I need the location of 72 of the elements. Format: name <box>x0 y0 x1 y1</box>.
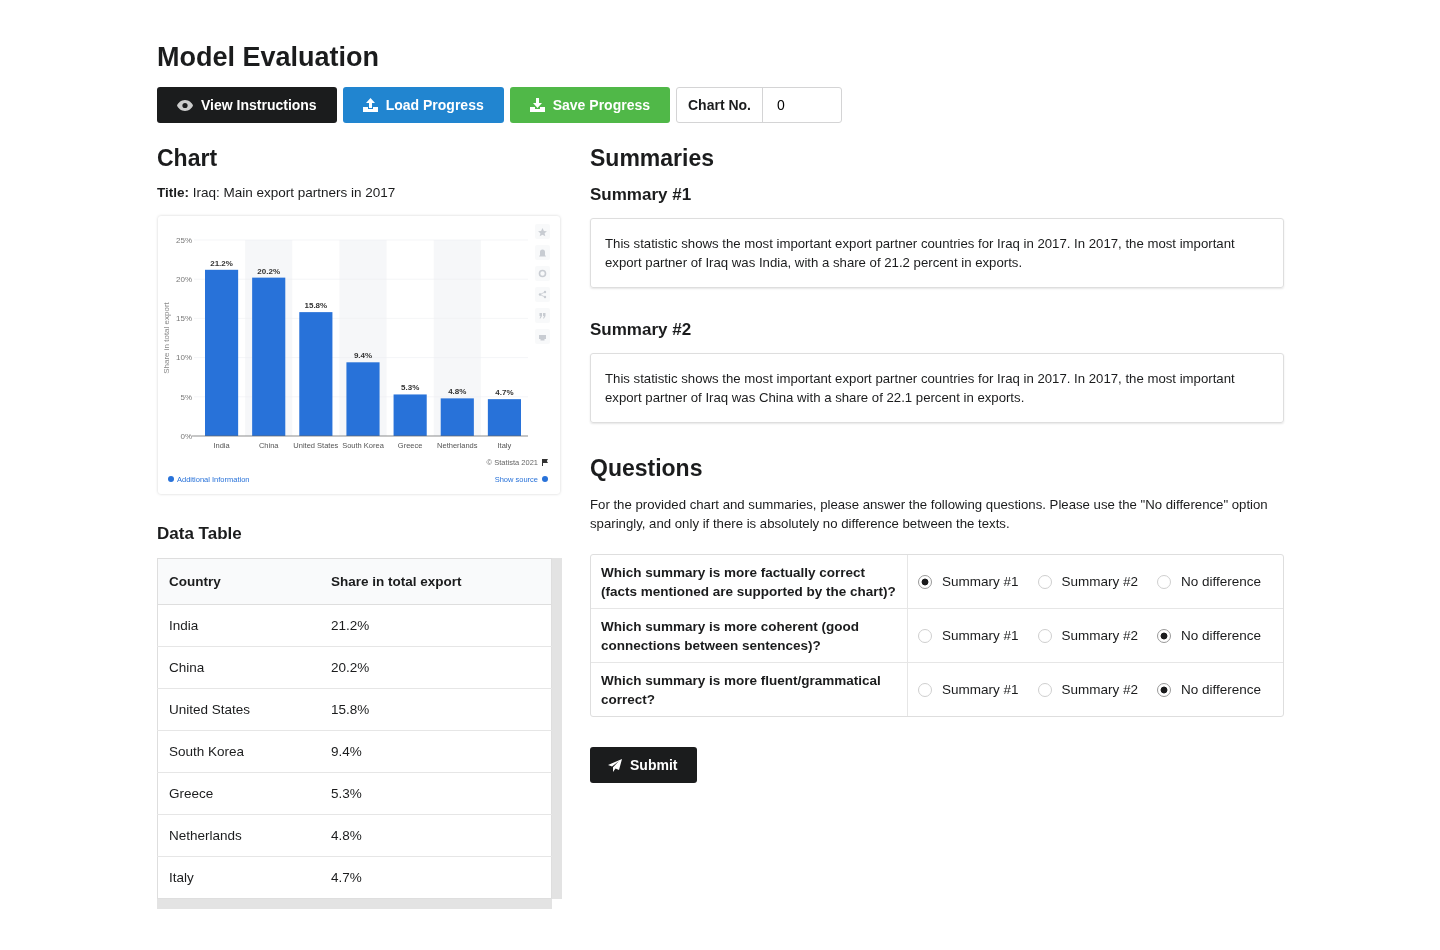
table-cell: United States <box>157 688 320 731</box>
table-cell: 9.4% <box>320 730 552 773</box>
table-cell: 4.8% <box>320 814 552 857</box>
radio-option[interactable]: Summary #2 <box>1037 628 1139 643</box>
radio-option[interactable]: Summary #2 <box>1037 574 1139 589</box>
share-icon[interactable] <box>535 287 550 302</box>
bar-value-label: 4.7% <box>495 388 514 398</box>
bar-value-label: 4.8% <box>448 387 467 397</box>
upload-icon <box>362 98 378 112</box>
axis-title: Share in total export <box>162 302 171 374</box>
table-cell: China <box>157 646 320 689</box>
radio-option[interactable]: Summary #1 <box>918 574 1019 589</box>
radio-option[interactable]: No difference <box>1157 682 1262 697</box>
submit-button[interactable]: Submit <box>590 747 698 783</box>
bell-icon[interactable] <box>535 245 550 260</box>
eye-icon <box>177 99 193 111</box>
radio-option[interactable]: No difference <box>1157 574 1262 589</box>
table-cell: 5.3% <box>320 772 552 815</box>
summary-text: This statistic shows the most important export partner countries for Iraq in 2017. In 2017, the most important export partner of Iraq was China with a share of 22.1 percent in exports. <box>590 353 1284 423</box>
bar-value-label: 9.4% <box>353 351 373 361</box>
page-title: Model Evaluation <box>157 42 381 73</box>
section-heading: Chart <box>157 145 219 172</box>
summary-title: Summary #2 <box>590 320 693 340</box>
chart-title: Title: Iraq: Main export partners in 2017 <box>157 185 397 200</box>
radio-option[interactable]: Summary #2 <box>1037 682 1139 697</box>
table-cell: Greece <box>157 772 320 815</box>
axis-tick-label: 15% <box>176 314 192 324</box>
radio-button[interactable] <box>918 574 932 589</box>
table-cell: Netherlands <box>157 814 320 857</box>
bar-value-label: 20.2% <box>257 266 281 276</box>
table-cell: India <box>157 604 320 647</box>
table-cell: 21.2% <box>320 604 552 647</box>
axis-tick-label: 20% <box>176 275 192 284</box>
bar-value-label: 21.2% <box>210 258 233 268</box>
table-cell: 4.7% <box>320 856 552 899</box>
scrollbar[interactable] <box>552 558 562 899</box>
chart-number-input[interactable]: 0 <box>763 88 841 122</box>
question-text: Which summary is more factually correct (facts mentioned are supported by the chart)? <box>601 563 897 601</box>
table-cell: 15.8% <box>320 688 552 731</box>
table-cell: South Korea <box>157 730 320 773</box>
table-cell: Italy <box>157 856 320 899</box>
field-label: Chart No. <box>677 88 763 122</box>
flag-icon <box>542 459 548 466</box>
radio-button[interactable] <box>1157 628 1172 643</box>
axis-tick-label: 5% <box>180 392 192 402</box>
load-button[interactable]: Load Progress <box>342 87 504 123</box>
instructions-button[interactable]: View Instructions <box>157 87 337 123</box>
radio-option[interactable]: Summary #1 <box>918 682 1019 697</box>
axis-tick-label: 25% <box>176 235 192 245</box>
instructions-text: For the provided chart and summaries, please answer the following questions. Please use the "No difference" option sparingly, and only if there is absolutely no difference between the texts. <box>590 496 1269 533</box>
summary-text: This statistic shows the most important export partner countries for Iraq in 2017. In 2017, the most important export partner of Iraq was India, with a share of 21.2 percent in exports. <box>590 218 1284 288</box>
axis-tick-label: 0% <box>180 431 192 441</box>
question-text: Which summary is more fluent/grammatical correct? <box>601 671 882 709</box>
download-icon <box>529 98 545 112</box>
quote-icon[interactable] <box>535 308 550 323</box>
scrollbar[interactable] <box>157 899 552 909</box>
question-text: Which summary is more coherent (good connections between sentences)? <box>601 617 861 655</box>
axis-tick-label: 10% <box>176 353 192 363</box>
summary-title: Summary #1 <box>590 185 693 205</box>
table-cell: 20.2% <box>320 646 552 689</box>
chart-number-field[interactable]: Chart No. 0 <box>676 87 842 123</box>
section-heading: Questions <box>590 455 704 482</box>
radio-option[interactable]: No difference <box>1157 628 1262 643</box>
section-heading: Summaries <box>590 145 715 172</box>
radio-button[interactable] <box>1157 682 1172 697</box>
radio-option[interactable]: Summary #1 <box>918 628 1019 643</box>
column-header: Share in total export <box>320 558 552 605</box>
bar-value-label: 15.8% <box>304 301 328 311</box>
paper-plane-icon <box>608 758 622 772</box>
bar-value-label: 5.3% <box>401 383 420 393</box>
section-heading: Data Table <box>157 524 243 544</box>
column-header: Country <box>157 558 320 605</box>
